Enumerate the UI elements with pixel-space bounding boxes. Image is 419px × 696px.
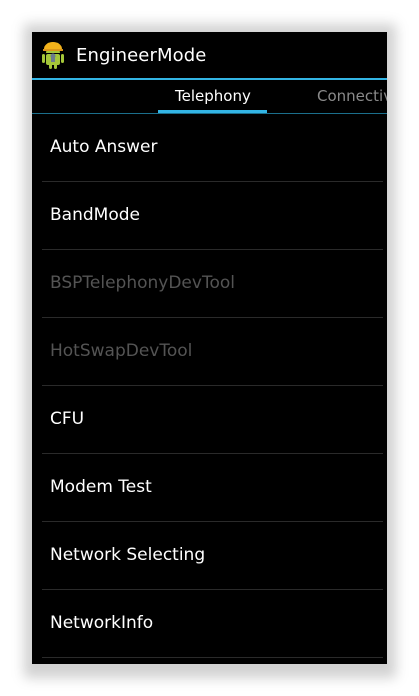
list-item-hotswap-dev-tool: HotSwapDevTool: [32, 318, 387, 386]
tab-bar: Telephony Connectiv: [32, 80, 387, 113]
list-item-bsp-telephony-dev-tool: BSPTelephonyDevTool: [32, 250, 387, 318]
tab-telephony[interactable]: Telephony: [175, 87, 251, 105]
list-item-label: NetworkInfo: [50, 613, 154, 633]
list-item-modem-test[interactable]: Modem Test: [32, 454, 387, 522]
list-item-label: BandMode: [50, 205, 140, 225]
list-item-label: Auto Answer: [50, 137, 158, 157]
phone-screen: EngineerMode Telephony Connectiv Auto An…: [32, 32, 387, 664]
list-item-label: BSPTelephonyDevTool: [50, 273, 235, 293]
action-bar: EngineerMode: [32, 32, 387, 78]
list-item-label: Network Selecting: [50, 545, 206, 565]
app-title: EngineerMode: [76, 45, 207, 66]
list-item-auto-answer[interactable]: Auto Answer: [32, 114, 387, 182]
list-item-label: HotSwapDevTool: [50, 341, 193, 361]
menu-list: Auto Answer BandMode BSPTelephonyDevTool…: [32, 114, 387, 658]
list-divider: [42, 657, 383, 658]
list-item-networkinfo[interactable]: NetworkInfo: [32, 590, 387, 658]
list-item-label: CFU: [50, 409, 85, 429]
list-item-network-selecting[interactable]: Network Selecting: [32, 522, 387, 590]
android-icon[interactable]: [40, 40, 66, 70]
list-item-label: Modem Test: [50, 477, 152, 497]
list-item-cfu[interactable]: CFU: [32, 386, 387, 454]
tab-connectivity[interactable]: Connectiv: [317, 87, 387, 105]
list-item-bandmode[interactable]: BandMode: [32, 182, 387, 250]
